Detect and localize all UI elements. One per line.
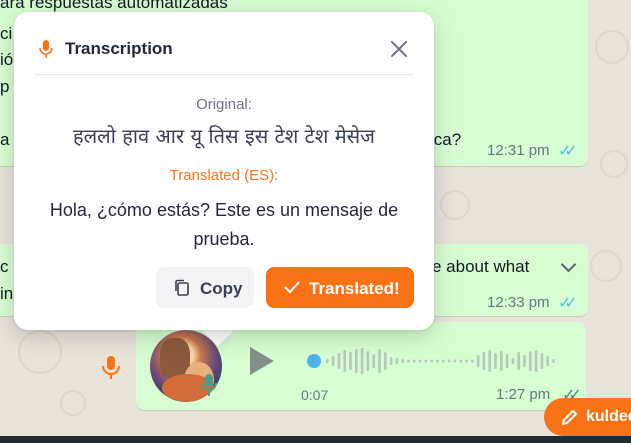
- mic-icon[interactable]: [101, 355, 121, 381]
- message-text: c: [0, 257, 9, 276]
- chevron-down-icon[interactable]: [560, 256, 577, 273]
- message-text: a: [0, 130, 10, 149]
- divider: [34, 74, 414, 75]
- translated-button[interactable]: Translated!: [266, 267, 414, 308]
- audio-waveform[interactable]: [300, 345, 562, 377]
- translated-label: Translated (ES):: [169, 167, 279, 184]
- user-pill-label: kuldee: [586, 408, 631, 425]
- message-time: 12:33 pm: [487, 294, 550, 311]
- bottom-bar: [0, 436, 631, 443]
- message-text: ica?: [430, 130, 462, 149]
- original-label: Original:: [196, 96, 252, 113]
- message-time: 1:27 pm: [496, 386, 551, 403]
- play-icon[interactable]: [250, 347, 274, 375]
- pencil-icon: [562, 410, 577, 425]
- original-text: हललो हाव आर यू तिस इस टेश टेश मेसेज: [72, 124, 376, 148]
- close-icon[interactable]: [388, 38, 410, 60]
- copy-icon: [175, 279, 189, 296]
- message-time: 12:31 pm: [487, 142, 550, 159]
- transcription-popup: Transcription Original: हललो हाव आर यू त…: [14, 12, 434, 330]
- translated-text: Hola, ¿cómo estás? Este es un mensaje de…: [49, 200, 399, 249]
- voice-duration: 0:07: [301, 387, 329, 403]
- popup-title: Transcription: [65, 39, 173, 58]
- double-check-icon: ✓✓: [558, 295, 578, 312]
- translated-button-label: Translated!: [309, 279, 400, 298]
- message-text: ci: [0, 24, 13, 43]
- message-text: p: [0, 77, 10, 96]
- message-text: e about what: [432, 257, 530, 276]
- mic-icon: [39, 40, 53, 58]
- copy-button-label: Copy: [200, 279, 243, 298]
- message-text: in: [0, 284, 14, 303]
- mic-icon: [201, 374, 217, 396]
- user-pill[interactable]: kuldee: [544, 398, 631, 436]
- double-check-icon: ✓✓: [558, 143, 578, 160]
- message-text: ió: [0, 50, 14, 69]
- check-icon: [284, 281, 300, 294]
- copy-button[interactable]: Copy: [156, 267, 254, 308]
